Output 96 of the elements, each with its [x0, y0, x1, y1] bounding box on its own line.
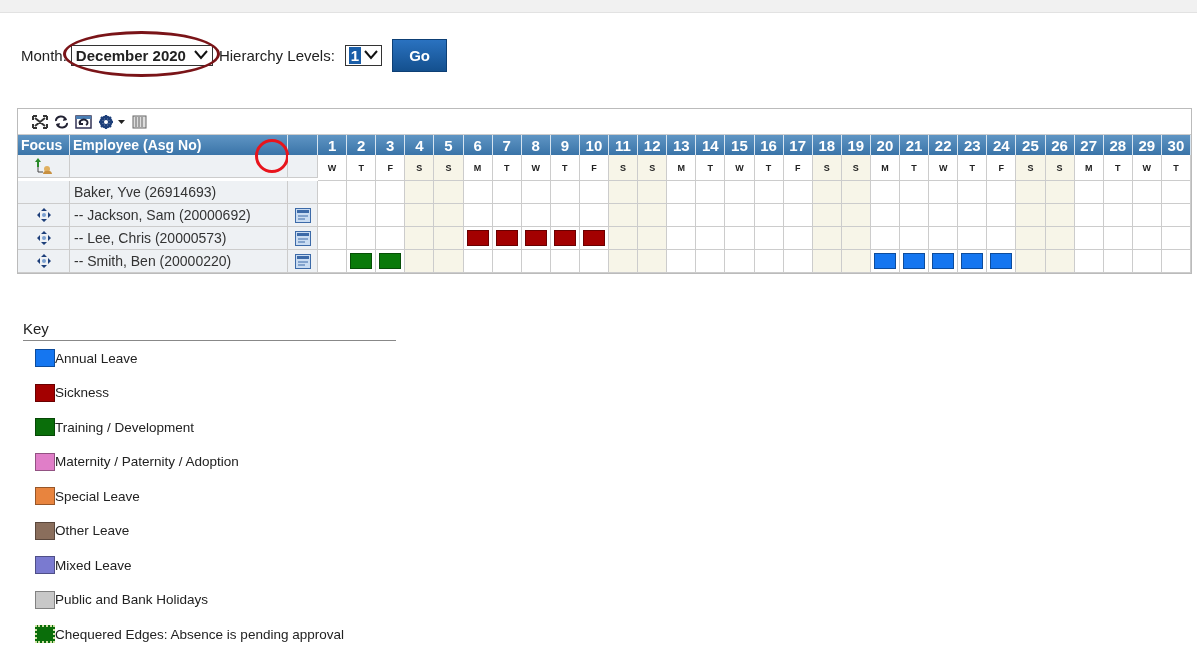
day-header: 28 — [1103, 135, 1133, 155]
day-header: 19 — [841, 135, 871, 155]
day-header: 1 — [318, 135, 348, 155]
key-label: Annual Leave — [55, 350, 138, 366]
weekday-cell: F — [579, 155, 609, 181]
weekday-cell: W — [725, 155, 755, 181]
weekday-cell: M — [667, 155, 697, 181]
chevron-icon[interactable] — [364, 50, 379, 60]
day-header: 17 — [783, 135, 813, 155]
weekday-cell: T — [1161, 155, 1191, 181]
key-label: Sickness — [55, 385, 110, 401]
day-header: 12 — [638, 135, 668, 155]
weekday-cell: W — [1132, 155, 1162, 181]
day-header: 11 — [609, 135, 639, 155]
weekday-cell: T — [1103, 155, 1133, 181]
key-label: Mixed Leave — [55, 557, 132, 573]
key-label: Special Leave — [55, 488, 140, 504]
day-header: 16 — [754, 135, 784, 155]
day-header: 20 — [870, 135, 900, 155]
weekday-cell: M — [463, 155, 493, 181]
weekday-cell: S — [1016, 155, 1046, 181]
columns-icon[interactable] — [132, 114, 147, 129]
details-icon[interactable] — [294, 253, 311, 269]
weekday-cell: F — [783, 155, 813, 181]
weekday-cell: T — [550, 155, 580, 181]
key-title: Key — [23, 320, 396, 341]
weekday-cell: S — [405, 155, 435, 181]
day-header: 29 — [1132, 135, 1162, 155]
key-label: Other Leave — [55, 523, 130, 539]
day-header: 5 — [434, 135, 464, 155]
weekday-cell: S — [638, 155, 668, 181]
day-header: 2 — [347, 135, 377, 155]
crosshair-icon[interactable] — [35, 207, 52, 223]
details-icon[interactable] — [294, 207, 311, 223]
day-header: 21 — [900, 135, 930, 155]
day-header: 18 — [812, 135, 842, 155]
crosshair-icon[interactable] — [35, 230, 52, 246]
key-label: Training / Development — [55, 419, 195, 435]
refresh-icon[interactable] — [54, 114, 69, 129]
day-header: 4 — [405, 135, 435, 155]
weekday-cell: S — [812, 155, 842, 181]
absence-block[interactable] — [903, 252, 925, 270]
column-header: Focus — [18, 135, 70, 155]
person-arrow-icon[interactable] — [33, 157, 54, 175]
weekday-cell: S — [434, 155, 464, 181]
weekday-cell: M — [870, 155, 900, 181]
weekday-cell: T — [754, 155, 784, 181]
day-header: 24 — [987, 135, 1017, 155]
weekday-cell: T — [492, 155, 522, 181]
key-label: Maternity / Paternity / Adoption — [55, 454, 239, 470]
weekday-cell: W — [521, 155, 551, 181]
go-button[interactable]: Go — [392, 38, 447, 72]
day-header: 30 — [1161, 135, 1191, 155]
hierarchy-levels-label: Hierarchy Levels: — [218, 46, 335, 64]
day-header: 23 — [958, 135, 988, 155]
weekday-cell: S — [609, 155, 639, 181]
weekday-cell: F — [987, 155, 1017, 181]
employee-name: Baker, Yve (26914693) — [70, 181, 288, 204]
employee-name: -- Jackson, Sam (20000692) — [70, 204, 288, 227]
weekday-cell: W — [929, 155, 959, 181]
employee-name: -- Smith, Ben (20000220) — [70, 250, 288, 273]
undo-icon[interactable] — [75, 114, 92, 129]
weekday-cell: T — [900, 155, 930, 181]
details-icon[interactable] — [294, 230, 311, 246]
levels-dropdown[interactable]: 1 — [344, 44, 383, 66]
day-header: 14 — [696, 135, 726, 155]
weekday-cell: W — [318, 155, 348, 181]
weekday-cell: T — [347, 155, 377, 181]
day-header: 10 — [579, 135, 609, 155]
column-header: Employee (Asg No) — [70, 135, 288, 155]
day-header: 25 — [1016, 135, 1046, 155]
day-header: 3 — [376, 135, 406, 155]
expand-icon[interactable] — [32, 114, 48, 129]
weekday-cell: F — [376, 155, 406, 181]
day-header: 22 — [929, 135, 959, 155]
day-header: 13 — [667, 135, 697, 155]
day-header: 27 — [1074, 135, 1104, 155]
header-cell — [288, 135, 318, 155]
weekday-cell: T — [958, 155, 988, 181]
settings-icon[interactable] — [98, 113, 126, 130]
day-header: 7 — [492, 135, 522, 155]
day-header: 26 — [1045, 135, 1075, 155]
crosshair-icon[interactable] — [35, 253, 52, 269]
month-dropdown[interactable]: December 2020 — [70, 44, 213, 66]
employee-name: -- Lee, Chris (20000573) — [70, 227, 288, 250]
key-label: Public and Bank Holidays — [55, 592, 209, 608]
day-header: 15 — [725, 135, 755, 155]
day-header: 8 — [521, 135, 551, 155]
weekday-cell: M — [1074, 155, 1104, 181]
weekday-cell: S — [841, 155, 871, 181]
day-header: 6 — [463, 135, 493, 155]
weekday-cell: T — [696, 155, 726, 181]
weekday-cell: S — [1045, 155, 1075, 181]
day-header: 9 — [550, 135, 580, 155]
key-label: Chequered Edges: Absence is pending approval — [55, 626, 344, 642]
chevron-icon[interactable] — [193, 50, 208, 60]
